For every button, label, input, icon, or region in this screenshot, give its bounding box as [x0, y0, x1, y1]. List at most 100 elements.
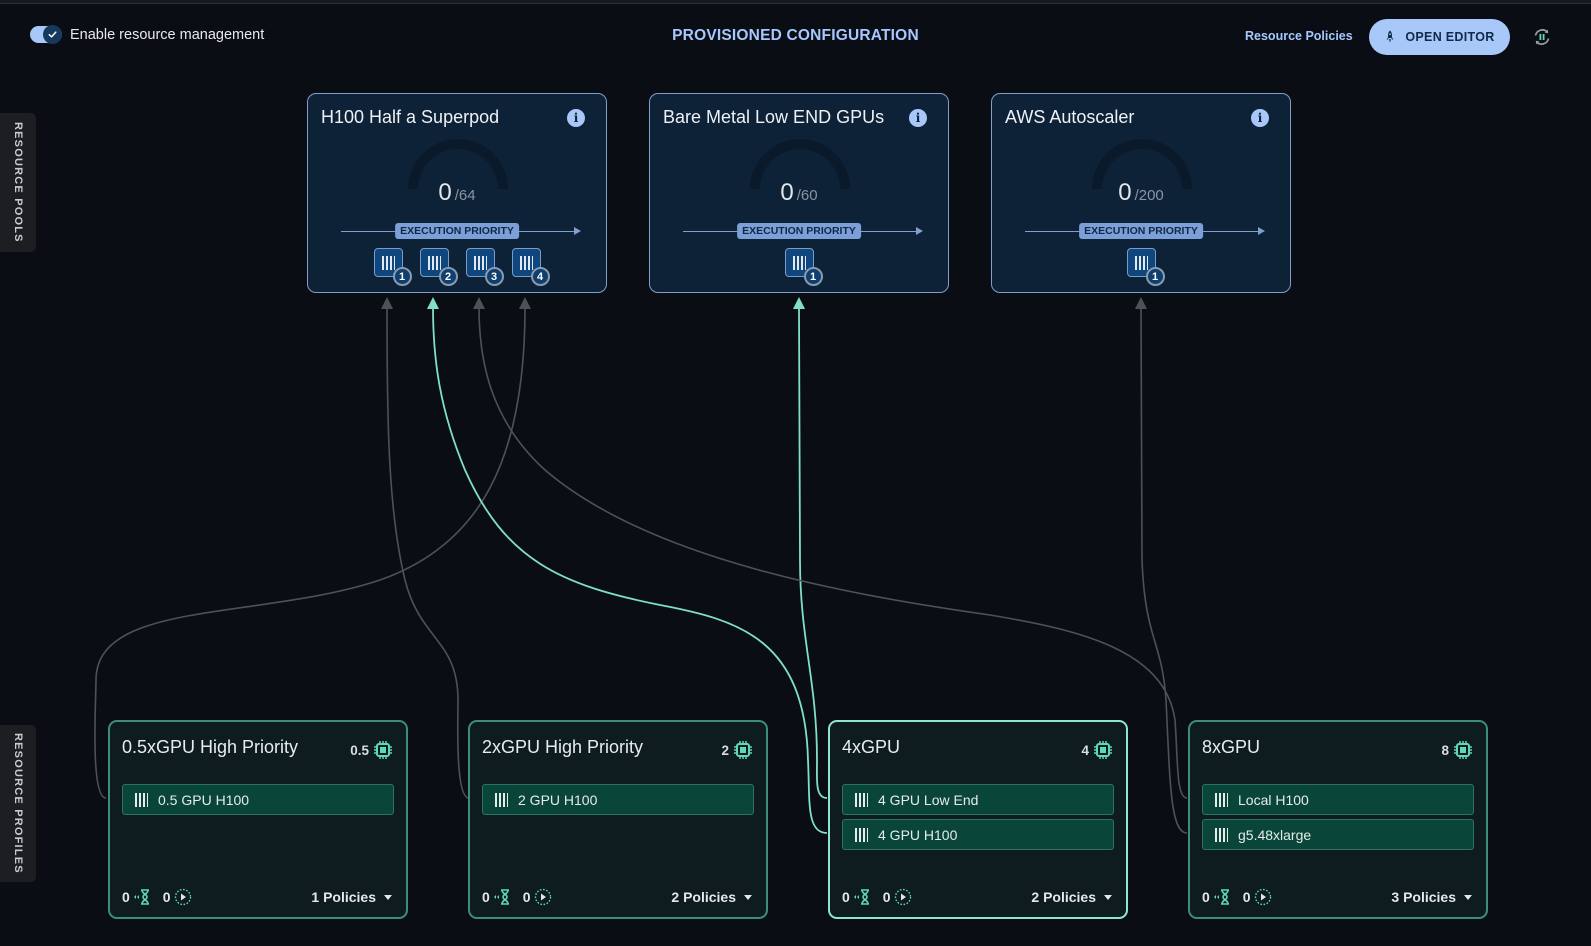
barcode-icon — [1215, 792, 1228, 807]
edge-arrowhead — [519, 297, 531, 309]
slot-number: 2 — [438, 267, 458, 286]
edge-arrowhead-active — [427, 297, 439, 309]
queued-stat: 0 — [1202, 888, 1231, 906]
gpu-value: 8 — [1441, 742, 1449, 758]
open-editor-label: OPEN EDITOR — [1405, 30, 1495, 44]
top-border — [0, 0, 1591, 4]
hourglass-queue-icon — [853, 889, 869, 905]
usage-count: 0/200 — [992, 179, 1290, 207]
profile-footer: 0 0 1 Policies — [122, 888, 392, 906]
barcode-icon — [473, 255, 487, 270]
resource-pools-tab-label: RESOURCE POOLS — [12, 122, 24, 243]
open-editor-button[interactable]: OPEN EDITOR — [1369, 19, 1510, 55]
resource-label: 4 GPU H100 — [878, 826, 958, 843]
pool-title: AWS Autoscaler — [1005, 107, 1135, 127]
priority-slot[interactable]: 2 — [419, 248, 458, 286]
priority-arrow-icon — [916, 227, 923, 235]
priority-slot[interactable]: 1 — [373, 248, 412, 286]
queued-count: 0 — [1202, 889, 1210, 905]
resource-item[interactable]: 4 GPU H100 — [842, 819, 1114, 850]
resource-policies-link[interactable]: Resource Policies — [1245, 29, 1353, 43]
refresh-pause-button[interactable] — [1532, 27, 1552, 47]
policies-label: 2 Policies — [1031, 889, 1096, 905]
toggle-switch[interactable] — [30, 25, 62, 44]
gpu-value: 0.5 — [350, 742, 369, 758]
profile-title: 2xGPU High Priority — [482, 737, 644, 757]
profile-card[interactable]: 0.5xGPU High Priority 0.5 0.5 GPU H100 0… — [108, 720, 408, 919]
usage-count: 0/60 — [650, 179, 948, 207]
execution-priority-label: EXECUTION PRIORITY — [395, 223, 519, 239]
resource-item[interactable]: 2 GPU H100 — [482, 784, 754, 815]
priority-slot[interactable]: 1 — [784, 248, 823, 286]
execution-priority-label: EXECUTION PRIORITY — [1079, 223, 1203, 239]
chip-icon — [374, 741, 392, 759]
resource-item[interactable]: g5.48xlarge — [1202, 819, 1474, 850]
resource-pools-tab[interactable]: RESOURCE POOLS — [0, 113, 36, 252]
queued-count: 0 — [842, 889, 850, 905]
queued-count: 0 — [482, 889, 490, 905]
page-title: PROVISIONED CONFIGURATION — [672, 27, 919, 44]
gpu-value: 4 — [1081, 742, 1089, 758]
barcode-icon — [1134, 255, 1148, 270]
resource-item[interactable]: 0.5 GPU H100 — [122, 784, 394, 815]
check-icon — [43, 25, 62, 44]
pool-card[interactable]: AWS Autoscaler i 0/200 EXECUTION PRIORIT… — [991, 93, 1291, 293]
resource-item[interactable]: Local H100 — [1202, 784, 1474, 815]
priority-slot[interactable]: 3 — [465, 248, 504, 286]
priority-slot[interactable]: 4 — [511, 248, 550, 286]
resource-profiles-tab-label: RESOURCE PROFILES — [12, 733, 24, 874]
profile-card[interactable]: 8xGPU 8 Local H100 g5.48xlarge 0 0 3 Pol… — [1188, 720, 1488, 919]
pool-card[interactable]: H100 Half a Superpod i 0/64 EXECUTION PR… — [307, 93, 607, 293]
priority-slot[interactable]: 1 — [1126, 248, 1165, 286]
policies-label: 2 Policies — [671, 889, 736, 905]
profile-footer: 0 0 3 Policies — [1202, 888, 1472, 906]
profile-card-selected[interactable]: 4xGPU 4 4 GPU Low End 4 GPU H100 0 0 2 P… — [828, 720, 1128, 919]
policies-dropdown[interactable]: 1 Policies — [311, 889, 392, 905]
resource-item[interactable]: 4 GPU Low End — [842, 784, 1114, 815]
barcode-icon — [855, 827, 868, 842]
profile-card[interactable]: 2xGPU High Priority 2 2 GPU H100 0 0 2 P… — [468, 720, 768, 919]
hourglass-queue-icon — [493, 889, 509, 905]
pool-title: Bare Metal Low END GPUs — [663, 107, 885, 127]
total-value: /64 — [454, 187, 476, 204]
gpu-count: 4 — [1081, 740, 1113, 760]
resource-list: 4 GPU Low End 4 GPU H100 — [842, 784, 1114, 850]
toggle-label: Enable resource management — [70, 26, 265, 43]
used-value: 0 — [780, 179, 794, 206]
edge-arrowhead-active — [793, 297, 805, 309]
profile-title: 4xGPU — [842, 737, 901, 757]
info-icon[interactable]: i — [909, 109, 927, 127]
play-circle-icon — [534, 888, 551, 906]
slot-number: 1 — [1145, 267, 1165, 286]
edge-arrowhead — [381, 297, 393, 309]
edge-4gpu-lowend-to-baremetal-slot1 — [798, 306, 828, 799]
execution-priority-label: EXECUTION PRIORITY — [737, 223, 861, 239]
sync-pause-icon — [1534, 29, 1550, 45]
used-value: 0 — [438, 179, 452, 206]
profile-footer: 0 0 2 Policies — [842, 888, 1112, 906]
policies-label: 3 Policies — [1391, 889, 1456, 905]
policies-dropdown[interactable]: 2 Policies — [1031, 889, 1112, 905]
resource-profiles-tab[interactable]: RESOURCE PROFILES — [0, 725, 36, 882]
gpu-count: 8 — [1441, 740, 1473, 760]
queued-stat: 0 — [122, 888, 151, 906]
total-value: /200 — [1134, 187, 1164, 204]
priority-slots: 1 2 3 4 — [308, 248, 606, 286]
chip-icon — [734, 741, 752, 759]
slot-number: 3 — [484, 267, 504, 286]
play-circle-icon — [894, 888, 911, 906]
slot-number: 4 — [530, 267, 550, 286]
barcode-icon — [855, 792, 868, 807]
queued-stat: 0 — [842, 888, 871, 906]
policies-dropdown[interactable]: 2 Policies — [671, 889, 752, 905]
resource-label: g5.48xlarge — [1238, 826, 1312, 843]
priority-slots: 1 — [650, 248, 948, 286]
info-icon[interactable]: i — [1251, 109, 1269, 127]
enable-resource-management-toggle[interactable]: Enable resource management — [30, 25, 265, 44]
running-count: 0 — [1242, 889, 1251, 905]
info-icon[interactable]: i — [567, 109, 585, 127]
pool-card[interactable]: Bare Metal Low END GPUs i 0/60 EXECUTION… — [649, 93, 949, 293]
edge-arrowhead — [473, 297, 485, 309]
total-value: /60 — [796, 187, 818, 204]
policies-dropdown[interactable]: 3 Policies — [1391, 889, 1472, 905]
